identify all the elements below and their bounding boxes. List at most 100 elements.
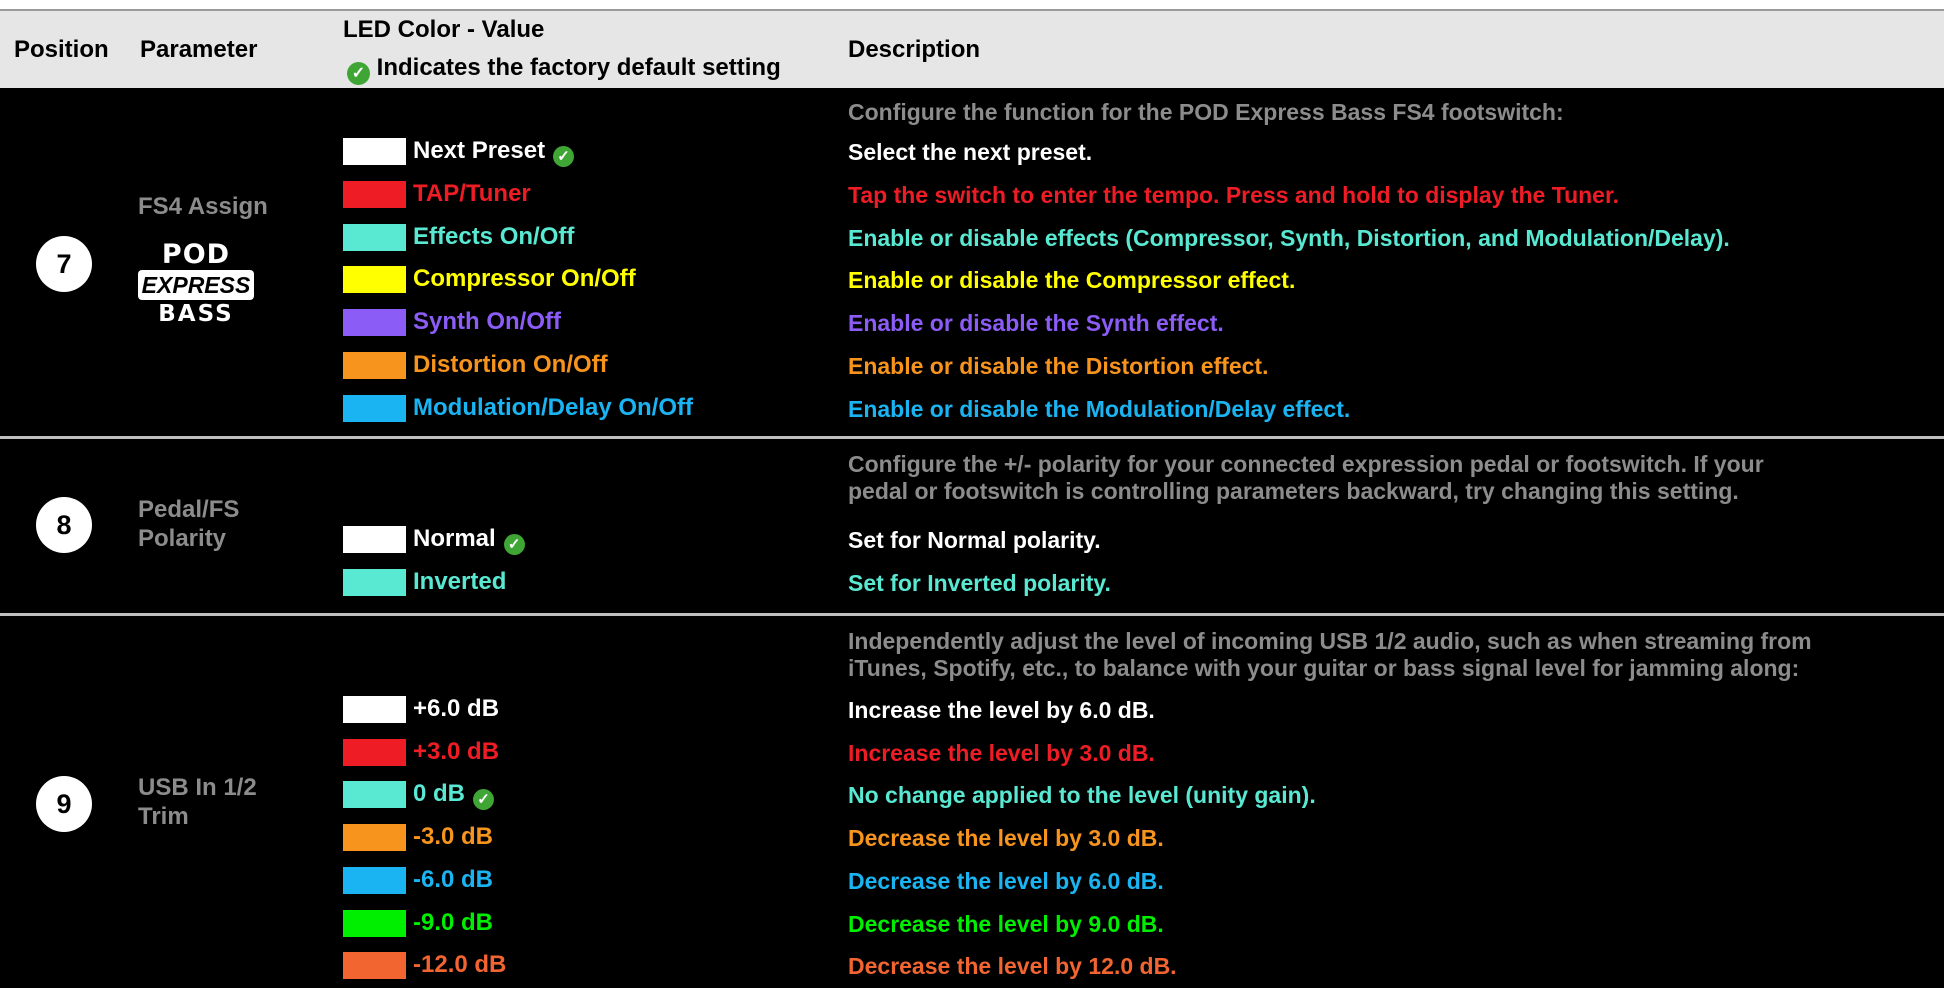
parameter-name: USB In 1/2 Trim — [138, 773, 257, 831]
option-description: Enable or disable effects (Compressor, S… — [848, 225, 1730, 251]
option-description: Decrease the level by 12.0 dB. — [848, 953, 1177, 979]
pod-express-bass-logo: POD EXPRESS BASS — [138, 240, 254, 328]
section-intro-line1: Configure the +/- polarity for your conn… — [848, 451, 1764, 477]
option-label-text: Effects On/Off — [413, 223, 575, 250]
option-label: Distortion On/Off — [413, 350, 608, 380]
section-intro: Configure the function for the POD Expre… — [848, 99, 1564, 125]
option-label-text: Synth On/Off — [413, 308, 561, 335]
led-color-swatch — [343, 569, 406, 596]
section-intro: Configure the +/- polarity for your conn… — [848, 451, 1938, 505]
option-label-text: Inverted — [413, 568, 507, 595]
option-description: Enable or disable the Compressor effect. — [848, 267, 1296, 293]
check-circle-icon: ✓ — [503, 534, 525, 555]
option-label: TAP/Tuner — [413, 179, 531, 209]
logo-bass-text: BASS — [158, 301, 234, 327]
option-label-text: Compressor On/Off — [413, 265, 636, 292]
header-default-note: ✓ Indicates the factory default setting — [347, 54, 781, 85]
parameter-name-line2: Polarity — [138, 525, 227, 552]
option-label: -6.0 dB — [413, 865, 493, 895]
option-label: Next Preset ✓ — [413, 136, 575, 167]
check-circle-icon: ✓ — [347, 62, 370, 85]
section-intro-line2: iTunes, Spotify, etc., to balance with y… — [848, 655, 1800, 681]
option-description: No change applied to the level (unity ga… — [848, 782, 1316, 808]
led-color-swatch — [343, 781, 406, 808]
option-description: Decrease the level by 6.0 dB. — [848, 868, 1164, 894]
option-label-text: -6.0 dB — [413, 866, 494, 893]
parameter-name: FS4 Assign — [138, 193, 268, 220]
led-color-swatch — [343, 867, 406, 894]
led-color-swatch — [343, 824, 406, 851]
option-label-text: Distortion On/Off — [413, 351, 608, 378]
option-label: -12.0 dB — [413, 950, 506, 980]
option-label-text: TAP/Tuner — [413, 180, 531, 207]
option-label: +3.0 dB — [413, 737, 499, 767]
option-description: Enable or disable the Distortion effect. — [848, 353, 1269, 379]
option-label-text: -9.0 dB — [413, 909, 494, 936]
led-color-swatch — [343, 696, 406, 723]
option-description: Set for Inverted polarity. — [848, 570, 1111, 596]
parameter-name: Pedal/FS Polarity — [138, 495, 239, 553]
option-description: Set for Normal polarity. — [848, 527, 1101, 553]
option-label-text: -12.0 dB — [413, 951, 507, 978]
option-label-text: 0 dB — [413, 780, 466, 807]
option-label: -3.0 dB — [413, 822, 493, 852]
led-color-swatch — [343, 952, 406, 979]
led-color-swatch — [343, 395, 406, 422]
option-label: Modulation/Delay On/Off — [413, 393, 693, 423]
led-color-swatch — [343, 181, 406, 208]
option-label: 0 dB ✓ — [413, 779, 495, 810]
option-description: Decrease the level by 3.0 dB. — [848, 825, 1164, 851]
led-color-swatch — [343, 266, 406, 293]
logo-pod-text: POD — [161, 239, 231, 270]
option-label: Compressor On/Off — [413, 264, 636, 294]
option-description: Increase the level by 3.0 dB. — [848, 740, 1155, 766]
section-intro-line1: Independently adjust the level of incomi… — [848, 628, 1812, 654]
option-label: Inverted — [413, 567, 506, 597]
option-label-text: Modulation/Delay On/Off — [413, 394, 693, 421]
logo-express-text: EXPRESS — [138, 270, 254, 300]
parameter-name-line1: Pedal/FS — [138, 496, 240, 523]
option-label-text: Next Preset — [413, 137, 546, 164]
check-circle-icon: ✓ — [553, 146, 575, 167]
section-pedal-fs-polarity: 8 Pedal/FS Polarity Configure the +/- po… — [0, 439, 1944, 613]
header-default-note-text: Indicates the factory default setting — [376, 54, 781, 81]
option-label: Normal ✓ — [413, 524, 525, 555]
led-color-swatch — [343, 352, 406, 379]
header-description: Description — [848, 36, 981, 63]
led-color-swatch — [343, 739, 406, 766]
led-color-swatch — [343, 224, 406, 251]
led-color-swatch — [343, 138, 406, 165]
option-description: Enable or disable the Synth effect. — [848, 310, 1224, 336]
option-description: Decrease the level by 9.0 dB. — [848, 911, 1164, 937]
option-label-text: +6.0 dB — [413, 695, 500, 722]
led-color-swatch — [343, 526, 406, 553]
table-header: Position Parameter LED Color - Value ✓ I… — [0, 9, 1944, 88]
parameter-name-line2: Trim — [138, 803, 189, 830]
led-color-swatch — [343, 309, 406, 336]
section-fs4-assign: 7 FS4 Assign POD EXPRESS BASS Configure … — [0, 88, 1944, 436]
option-description: Tap the switch to enter the tempo. Press… — [848, 182, 1620, 208]
option-label: Effects On/Off — [413, 222, 574, 252]
header-led-color-value: LED Color - Value — [343, 16, 545, 43]
option-description: Enable or disable the Modulation/Delay e… — [848, 396, 1351, 422]
position-number: 8 — [36, 497, 92, 553]
header-position: Position — [14, 36, 109, 63]
section-intro: Independently adjust the level of incomi… — [848, 628, 1938, 682]
option-description: Increase the level by 6.0 dB. — [848, 697, 1155, 723]
option-label: +6.0 dB — [413, 694, 499, 724]
parameter-name-line1: USB In 1/2 — [138, 774, 257, 801]
settings-table: Position Parameter LED Color - Value ✓ I… — [0, 0, 1944, 988]
section-usb-in-trim: 9 USB In 1/2 Trim Independently adjust t… — [0, 616, 1944, 988]
position-number: 7 — [36, 236, 92, 292]
option-label: Synth On/Off — [413, 307, 561, 337]
position-number: 9 — [36, 776, 92, 832]
section-intro-line2: pedal or footswitch is controlling param… — [848, 478, 1739, 504]
header-parameter: Parameter — [140, 36, 258, 63]
option-label: -9.0 dB — [413, 908, 493, 938]
check-circle-icon: ✓ — [473, 789, 495, 810]
option-label-text: -3.0 dB — [413, 823, 494, 850]
led-color-swatch — [343, 910, 406, 937]
option-label-text: +3.0 dB — [413, 738, 500, 765]
option-label-text: Normal — [413, 525, 496, 552]
option-description: Select the next preset. — [848, 139, 1093, 165]
